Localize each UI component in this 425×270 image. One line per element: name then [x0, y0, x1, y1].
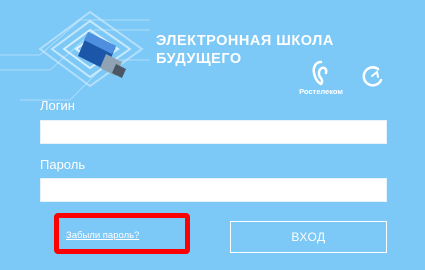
brand-title-line-1: ЭЛЕКТРОННАЯ ШКОЛА — [156, 33, 334, 49]
password-label: Пароль — [40, 157, 86, 172]
rostelecom-label: Ростелеком — [299, 87, 343, 96]
forgot-password-link[interactable]: Забыли пароль? — [66, 230, 139, 241]
login-label: Логин — [40, 98, 75, 113]
login-input[interactable] — [40, 120, 387, 144]
usb-stick-logo-icon — [38, 10, 144, 88]
rostelecom-logo: Ростелеком — [296, 60, 346, 96]
password-input[interactable] — [40, 178, 387, 202]
rostelecom-logo-icon — [312, 60, 328, 86]
partner-logo-icon — [362, 66, 383, 87]
login-button[interactable]: ВХОД — [230, 221, 387, 253]
